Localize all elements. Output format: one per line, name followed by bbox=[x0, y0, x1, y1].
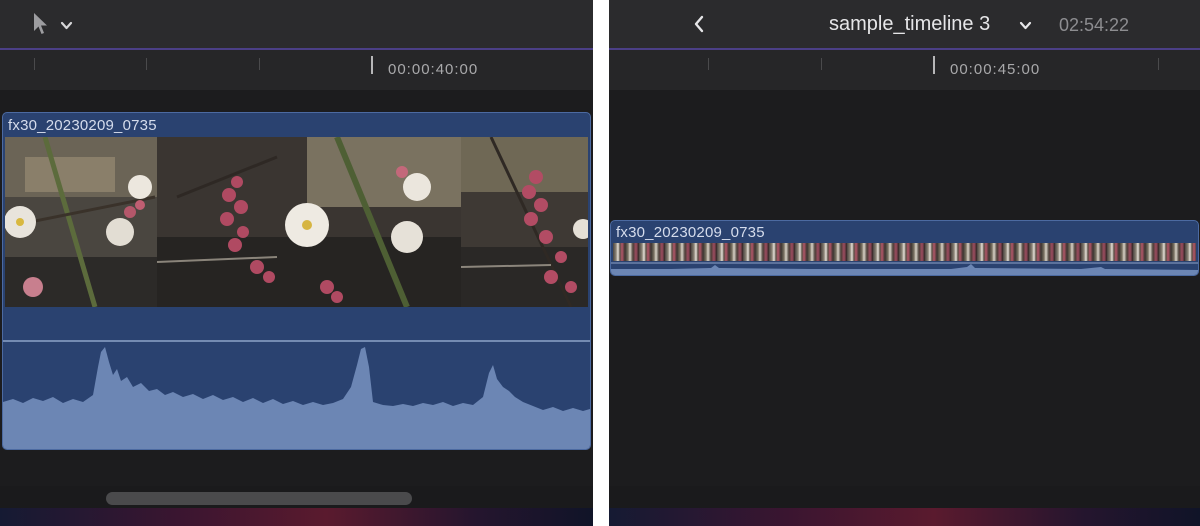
video-clip[interactable]: fx30_20230209_0735 bbox=[610, 220, 1199, 276]
ruler-tick bbox=[146, 58, 147, 70]
ruler-tick bbox=[1158, 58, 1159, 70]
ruler-tick bbox=[708, 58, 709, 70]
ruler-timecode: 00:00:45:00 bbox=[950, 61, 1041, 78]
scrollbar-thumb[interactable] bbox=[106, 492, 412, 505]
bottom-edge bbox=[609, 508, 1200, 526]
left-toolbar bbox=[0, 0, 593, 50]
time-ruler[interactable]: 00:00:45:00 bbox=[609, 50, 1200, 90]
clip-name: fx30_20230209_0735 bbox=[8, 117, 157, 134]
timeline-duration: 02:54:22 bbox=[1059, 15, 1130, 35]
video-clip[interactable]: fx30_20230209_0735 bbox=[2, 112, 591, 450]
back-chevron-left-icon[interactable] bbox=[693, 15, 705, 38]
bottom-edge bbox=[0, 508, 593, 526]
ruler-major-tick bbox=[371, 56, 373, 74]
clip-filmstrip bbox=[613, 243, 1196, 261]
filmstrip-frame bbox=[461, 137, 588, 307]
filmstrip-frame bbox=[157, 137, 463, 307]
timeline-menu-chevron-down-icon[interactable] bbox=[1019, 18, 1032, 36]
ruler-tick bbox=[34, 58, 35, 70]
left-timeline-panel: 00:00:40:00 fx30_20230209_0735 bbox=[0, 0, 593, 526]
time-ruler[interactable]: 00:00:40:00 bbox=[0, 50, 593, 90]
right-timeline-panel: sample_timeline 3 02:54:22 00:00:45:00 f… bbox=[609, 0, 1200, 526]
ruler-timecode: 00:00:40:00 bbox=[388, 61, 479, 78]
audio-waveform bbox=[3, 307, 590, 449]
tool-menu-chevron-down-icon[interactable] bbox=[60, 18, 73, 36]
right-toolbar: sample_timeline 3 02:54:22 bbox=[609, 0, 1200, 50]
clip-name: fx30_20230209_0735 bbox=[616, 224, 765, 241]
ruler-major-tick bbox=[933, 56, 935, 74]
ruler-tick bbox=[821, 58, 822, 70]
timeline-name[interactable]: sample_timeline 3 bbox=[829, 13, 990, 36]
ruler-tick bbox=[259, 58, 260, 70]
audio-waveform bbox=[611, 261, 1198, 275]
clip-filmstrip bbox=[5, 137, 588, 307]
pointer-arrow-icon[interactable] bbox=[32, 12, 48, 41]
filmstrip-frame bbox=[5, 137, 159, 307]
